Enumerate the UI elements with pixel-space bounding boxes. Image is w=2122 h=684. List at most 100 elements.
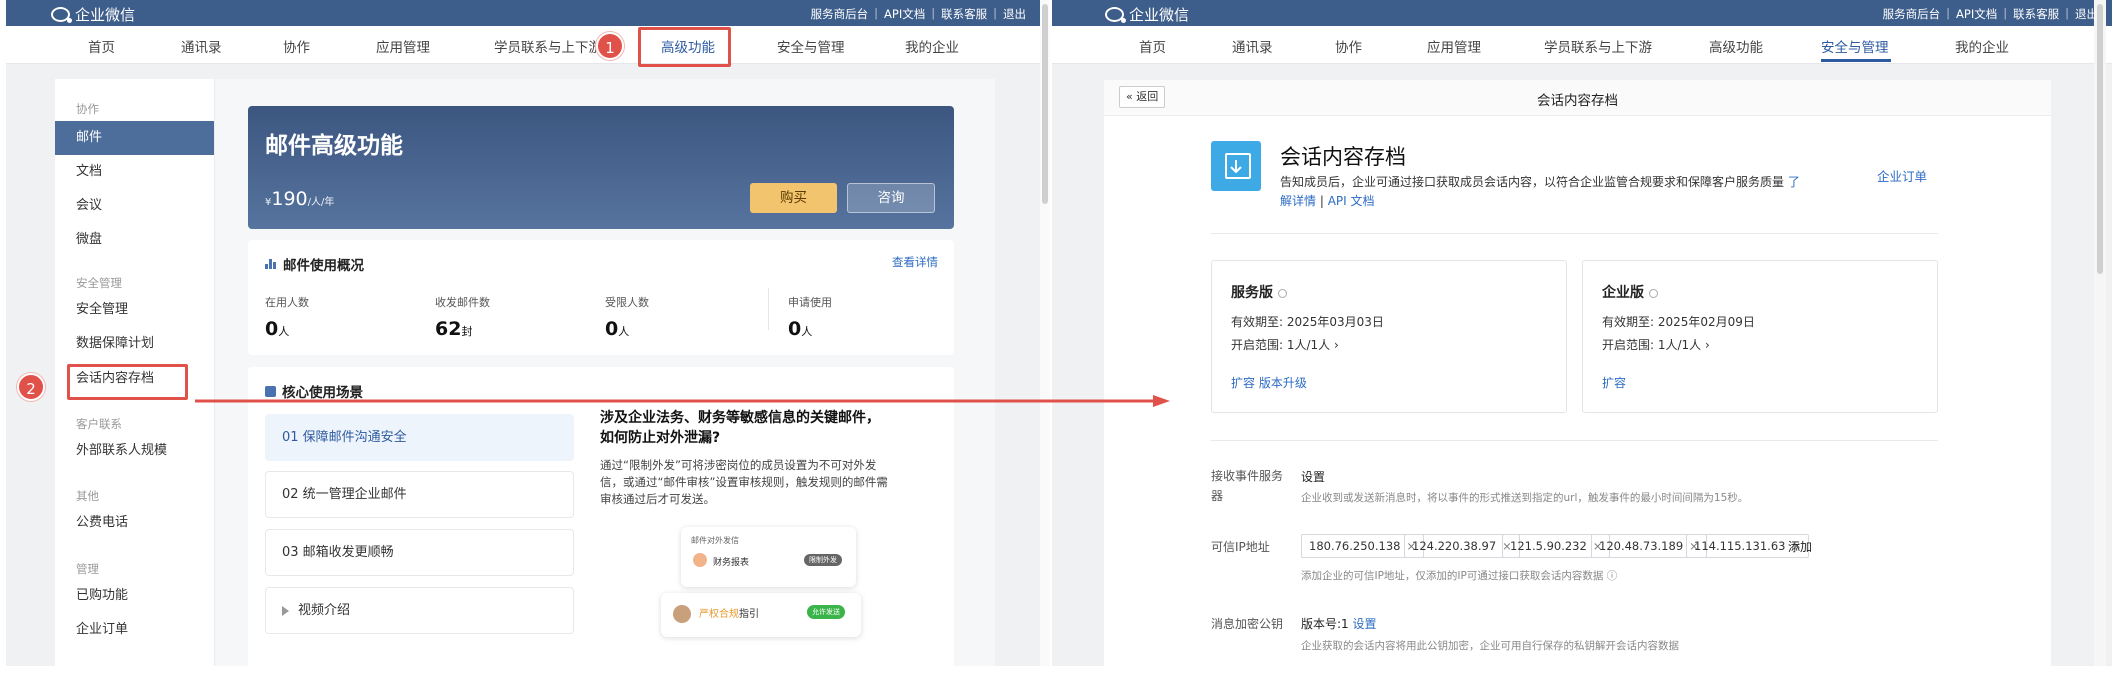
scene-item-2[interactable]: 02 统一管理企业邮件 <box>265 471 574 518</box>
top-links: 服务商后台 | API文档 | 联系客服 | 退出 <box>810 6 1026 22</box>
mock-mail-panel: 邮件对外发信 财务报表 限制外发 <box>681 527 856 587</box>
archive-heading: 会话内容存档 <box>1280 145 1406 169</box>
sidebar-group-customer: 客户联系 <box>76 417 122 431</box>
top-link-support[interactable]: 联系客服 <box>2013 6 2059 22</box>
sidebar-item-security[interactable]: 安全管理 <box>55 293 214 327</box>
right-scrollbar[interactable] <box>2094 0 2106 666</box>
nav-contacts[interactable]: 通讯录 <box>1232 36 1273 56</box>
top-link-support[interactable]: 联系客服 <box>941 6 987 22</box>
sidebar-group-other: 其他 <box>76 489 99 503</box>
nav-enterprise[interactable]: 我的企业 <box>905 36 959 56</box>
sidebar-item-orders[interactable]: 企业订单 <box>55 613 214 647</box>
top-links-right: 服务商后台 | API文档 | 联系客服 | 退出 <box>1882 6 2098 22</box>
info-icon[interactable] <box>1278 288 1287 298</box>
public-key-version: 版本号:1 设置 <box>1301 617 1377 631</box>
scene-item-video[interactable]: 视频介绍 <box>265 587 574 634</box>
mail-banner: 邮件高级功能 ¥190/人/年 购买 咨询 <box>248 106 954 229</box>
mock-mail-panel-2: 严权合规指引 允许发送 <box>661 593 861 637</box>
top-link-logout[interactable]: 退出 <box>1003 6 1026 22</box>
trusted-ip-hint: 添加企业的可信IP地址，仅添加的IP可通过接口获取会话内容数据 ⓘ <box>1301 570 1618 582</box>
overview-details-link[interactable]: 查看详情 <box>892 254 938 270</box>
wecom-logo-icon <box>51 7 72 23</box>
bar-chart-icon <box>265 259 277 269</box>
public-key-label: 消息加密公钥 <box>1211 617 1284 631</box>
nav-advanced[interactable]: 高级功能 <box>1709 36 1763 56</box>
scenes-card: 核心使用场景 01 保障邮件沟通安全 02 统一管理企业邮件 03 邮箱收发更顺… <box>248 367 954 666</box>
main-nav: 首页 通讯录 协作 应用管理 学员联系与上下游 高级功能 安全与管理 我的企业 <box>6 26 1040 64</box>
sidebar-item-external[interactable]: 外部联系人规模 <box>55 434 214 468</box>
nav-upstream[interactable]: 学员联系与上下游 <box>1544 36 1652 56</box>
archive-panel: « 返回 会话内容存档 会话内容存档 告知成员后，企业可通过接口获取成员会话内容… <box>1104 80 2051 666</box>
api-doc-link[interactable]: API 文档 <box>1328 194 1375 208</box>
right-screenshot: 企业微信 服务商后台 | API文档 | 联系客服 | 退出 首页 通讯录 协作 应用… <box>1052 0 2112 666</box>
public-key-setting[interactable]: 设置 <box>1353 617 1377 631</box>
nav-home[interactable]: 首页 <box>88 36 115 56</box>
info-icon[interactable] <box>1649 288 1658 298</box>
sidebar-item-data-plan[interactable]: 数据保障计划 <box>55 327 214 361</box>
plan-expiry: 有效期至: 2025年02月09日 <box>1602 315 1755 329</box>
sidebar-item-purchased[interactable]: 已购功能 <box>55 579 214 613</box>
scene-article-desc: 通过“限制外发”可将涉密岗位的成员设置为不可对外发信，或通过“邮件审核”设置审核… <box>600 458 888 506</box>
scene-item-1[interactable]: 01 保障邮件沟通安全 <box>265 414 574 461</box>
stat-active: 在用人数 0人 <box>265 296 309 340</box>
sidebar-item-mail[interactable]: 邮件 <box>55 121 214 155</box>
plan-card-service: 服务版 有效期至: 2025年03月03日 开启范围: 1人/1人 › 扩容 版… <box>1211 260 1567 413</box>
stat-apply: 申请使用 0人 <box>788 296 832 340</box>
nav-upstream[interactable]: 学员联系与上下游 <box>494 36 602 56</box>
panel-title: 会话内容存档 <box>1537 93 1618 109</box>
mock-avatar-2 <box>673 605 691 623</box>
plan-name: 服务版 <box>1231 285 1273 301</box>
public-key-hint: 企业获取的会话内容将用此公钥加密，企业可用自行保存的私钥解开会话内容数据 <box>1301 640 1679 652</box>
event-server-setting[interactable]: 设置 <box>1301 468 1325 485</box>
panel-header: « 返回 会话内容存档 <box>1104 80 2051 116</box>
left-screenshot: 企业微信 服务商后台 | API文档 | 联系客服 | 退出 首页 通讯录 协作 应用… <box>6 0 1040 666</box>
nav-apps[interactable]: 应用管理 <box>1427 36 1481 56</box>
step-badge-1: 1 <box>596 32 624 60</box>
mock-avatar <box>693 553 707 567</box>
nav-collab[interactable]: 协作 <box>1335 36 1362 56</box>
plan-actions[interactable]: 扩容 <box>1602 374 1626 391</box>
orders-link[interactable]: 企业订单 <box>1877 166 1927 185</box>
nav-collab[interactable]: 协作 <box>283 36 310 56</box>
top-link-api[interactable]: API文档 <box>884 6 925 22</box>
top-link-api[interactable]: API文档 <box>1956 6 1997 22</box>
nav-enterprise[interactable]: 我的企业 <box>1955 36 2009 56</box>
top-link-provider[interactable]: 服务商后台 <box>1883 6 1941 22</box>
highlight-box-archive <box>67 364 188 400</box>
highlight-box-advanced <box>638 27 731 67</box>
nav-security[interactable]: 安全与管理 <box>777 36 845 56</box>
nav-contacts[interactable]: 通讯录 <box>181 36 222 56</box>
sidebar-item-phone[interactable]: 公费电话 <box>55 506 214 540</box>
archive-desc: 告知成员后，企业可通过接口获取成员会话内容，以符合企业监管合规要求和保障客户服务… <box>1280 175 1800 208</box>
plan-scope[interactable]: 开启范围: 1人/1人 › <box>1231 336 1339 353</box>
add-ip-link[interactable]: 添加 <box>1788 538 1812 555</box>
plan-name: 企业版 <box>1602 285 1644 301</box>
wecom-logo-icon <box>1105 7 1126 23</box>
buy-button[interactable]: 购买 <box>750 183 837 213</box>
banner-price: ¥190/人/年 <box>265 188 335 210</box>
nav-security[interactable]: 安全与管理 <box>1821 36 1889 56</box>
step-badge-2: 2 <box>17 373 45 401</box>
plan-actions[interactable]: 扩容 版本升级 <box>1231 374 1307 391</box>
banner-title: 邮件高级功能 <box>265 133 403 159</box>
sidebar-group-security: 安全管理 <box>76 276 122 290</box>
nav-home[interactable]: 首页 <box>1139 36 1166 56</box>
nav-apps[interactable]: 应用管理 <box>376 36 430 56</box>
top-bar: 企业微信 服务商后台 | API文档 | 联系客服 | 退出 <box>6 0 1040 26</box>
mock-tag-2: 允许发送 <box>807 605 845 619</box>
scene-article-title: 涉及企业法务、财务等敏感信息的关键邮件，如何防止对外泄漏? <box>600 410 880 446</box>
scene-item-3[interactable]: 03 邮箱收发更顺畅 <box>265 529 574 576</box>
sidebar-item-docs[interactable]: 文档 <box>55 155 214 189</box>
brand-logo-right[interactable]: 企业微信 <box>1105 4 1189 25</box>
mock-title: 邮件对外发信 <box>691 536 739 545</box>
plan-scope[interactable]: 开启范围: 1人/1人 › <box>1602 336 1710 353</box>
left-scrollbar[interactable] <box>1040 0 1050 666</box>
top-link-provider[interactable]: 服务商后台 <box>811 6 869 22</box>
brand-logo[interactable]: 企业微信 <box>51 4 135 25</box>
sidebar-group-manage: 管理 <box>76 562 99 576</box>
archive-download-icon <box>1211 141 1261 191</box>
sidebar-item-meeting[interactable]: 会议 <box>55 189 214 223</box>
event-server-label: 接收事件服务器 <box>1211 469 1284 503</box>
sidebar-item-drive[interactable]: 微盘 <box>55 223 214 257</box>
consult-button[interactable]: 咨询 <box>847 183 935 213</box>
